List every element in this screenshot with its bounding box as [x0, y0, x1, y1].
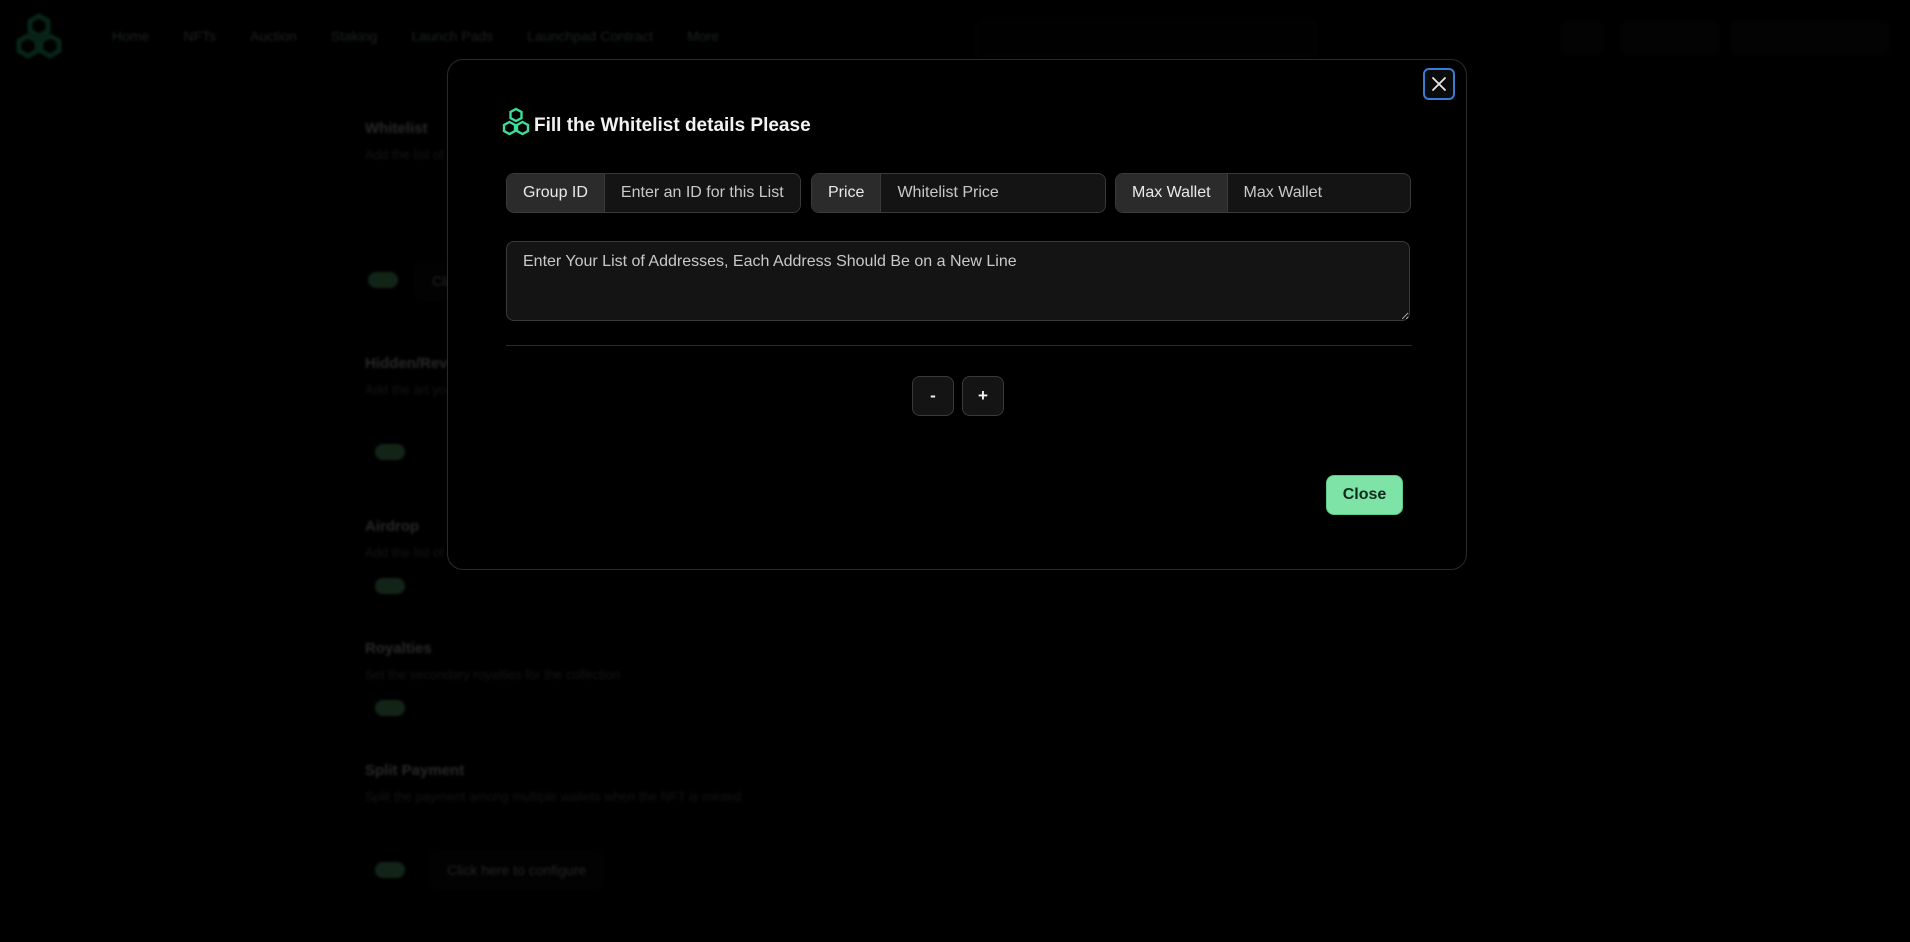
- group-id-field: Group ID: [506, 173, 801, 213]
- modal-title: Fill the Whitelist details Please: [534, 115, 811, 136]
- group-id-label: Group ID: [507, 174, 605, 212]
- modal-divider: [506, 345, 1412, 346]
- max-wallet-field: Max Wallet: [1115, 173, 1411, 213]
- add-list-button[interactable]: +: [962, 376, 1004, 416]
- price-field: Price: [811, 173, 1106, 213]
- price-label: Price: [812, 174, 882, 212]
- close-icon: [1432, 77, 1446, 91]
- max-wallet-label: Max Wallet: [1116, 174, 1228, 212]
- price-input[interactable]: [881, 174, 1105, 212]
- modal-header: Fill the Whitelist details Please: [501, 107, 811, 139]
- max-wallet-input[interactable]: [1227, 174, 1410, 212]
- logo-icon: [502, 107, 530, 136]
- modal-close-button[interactable]: [1423, 68, 1455, 100]
- group-id-input[interactable]: [604, 174, 800, 212]
- addresses-textarea[interactable]: [506, 241, 1410, 321]
- whitelist-modal: Fill the Whitelist details Please Group …: [447, 59, 1467, 570]
- close-button[interactable]: Close: [1326, 475, 1403, 515]
- remove-list-button[interactable]: -: [912, 376, 954, 416]
